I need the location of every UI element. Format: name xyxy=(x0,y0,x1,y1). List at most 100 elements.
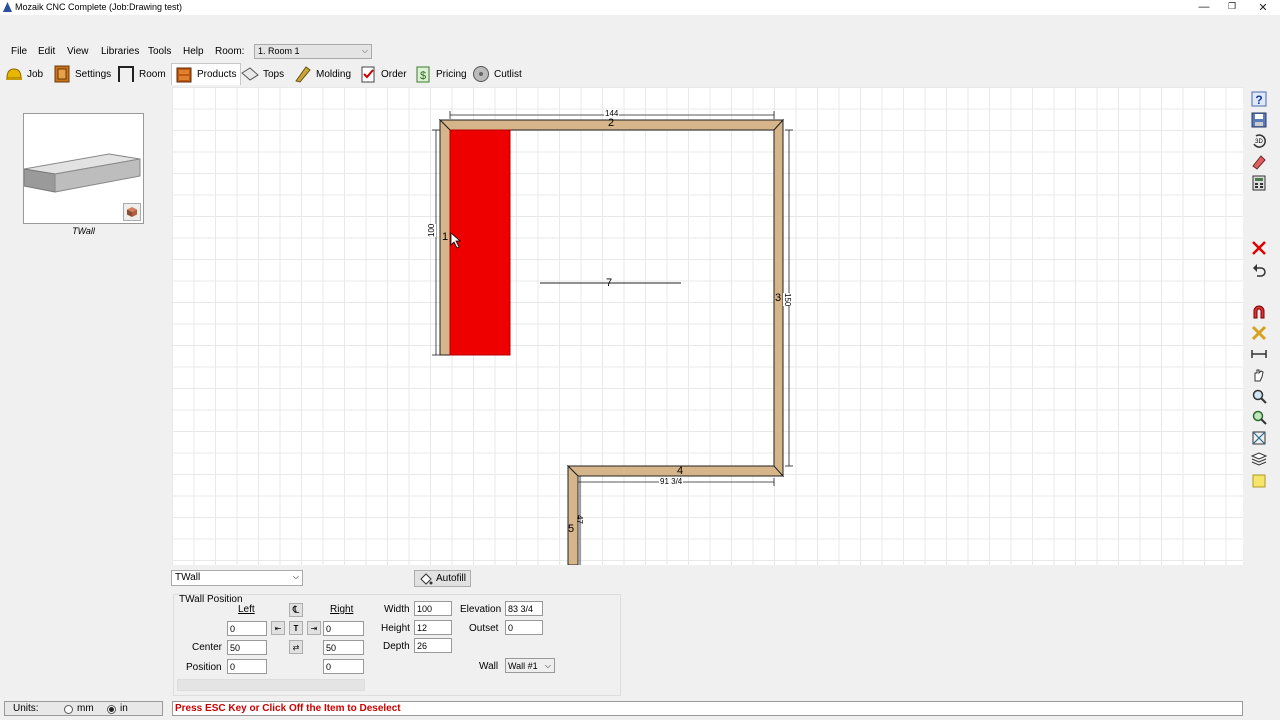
toolbar-room-button[interactable]: Room xyxy=(117,63,166,85)
wall-select[interactable]: Wall #1 ⌵ xyxy=(505,658,555,673)
menu-file[interactable]: File xyxy=(11,46,27,57)
product-select-value: TWall xyxy=(175,572,201,583)
note-icon[interactable] xyxy=(1250,472,1268,490)
app-logo-icon xyxy=(3,2,12,12)
elevation-input[interactable]: 83 3/4 xyxy=(505,601,543,616)
depth-label: Depth xyxy=(383,641,410,652)
toolbar-products-button[interactable]: Products xyxy=(171,63,242,85)
cube-icon[interactable] xyxy=(123,203,141,221)
toolbar-molding-button[interactable]: Molding xyxy=(294,63,351,85)
wall-label: Wall xyxy=(479,661,499,672)
align-right-icon[interactable]: ⇥ xyxy=(307,621,321,635)
close-button[interactable]: ✕ xyxy=(1253,1,1273,14)
center-right-input[interactable]: 50 xyxy=(323,640,364,655)
zoom-fit-icon[interactable] xyxy=(1250,408,1268,426)
autofill-button[interactable]: Autofill xyxy=(414,570,471,587)
wall-label-5: 5 xyxy=(568,523,575,535)
svg-text:3D: 3D xyxy=(1255,139,1263,145)
cross-icon[interactable] xyxy=(1250,324,1268,342)
position-left-input[interactable]: 0 xyxy=(227,659,267,674)
unit-in-radio[interactable] xyxy=(107,705,116,714)
svg-text:?: ? xyxy=(1255,93,1262,107)
zoom-in-icon[interactable] xyxy=(1250,387,1268,405)
toolbar-tops-button[interactable]: Tops xyxy=(241,63,284,85)
toolbar-job-button[interactable]: Job xyxy=(5,63,43,85)
unit-mm-radio[interactable] xyxy=(64,705,73,714)
twall-position-panel: TWall Position Left ℄ Right 0 ⇤ T ⇥ 0 Ce… xyxy=(173,594,621,696)
layers-icon[interactable] xyxy=(1250,450,1268,468)
status-message: Press ESC Key or Click Off the Item to D… xyxy=(172,701,1243,716)
chevron-down-icon: ⌵ xyxy=(292,572,299,581)
cabinet-settings-icon xyxy=(54,65,70,83)
depth-input[interactable]: 26 xyxy=(414,638,452,653)
toolbar-pricing-button[interactable]: $ Pricing xyxy=(414,63,467,85)
product-select[interactable]: TWall ⌵ xyxy=(171,570,303,586)
width-input[interactable]: 100 xyxy=(414,601,452,616)
outset-input[interactable]: 0 xyxy=(505,620,543,635)
paint-bucket-icon xyxy=(420,572,433,585)
menu-tools[interactable]: Tools xyxy=(148,46,171,57)
left-input[interactable]: 0 xyxy=(227,621,267,636)
center-label: Center xyxy=(192,642,223,653)
align-left-icon[interactable]: ⇤ xyxy=(271,621,285,635)
swap-icon[interactable]: ⇄ xyxy=(289,640,303,654)
magnet-icon[interactable] xyxy=(1250,303,1268,321)
zoom-extents-icon[interactable] xyxy=(1250,429,1268,447)
order-clipboard-icon xyxy=(361,66,375,83)
restore-button[interactable]: ❐ xyxy=(1222,1,1242,12)
status-strip xyxy=(177,679,365,691)
units-label: Units: xyxy=(13,703,39,714)
toolbar-settings-label: Settings xyxy=(75,68,112,80)
minimize-button[interactable]: — xyxy=(1194,1,1214,13)
menu-bar-row: File Edit View Libraries Tools Help Room… xyxy=(0,42,1280,62)
dimension-icon[interactable] xyxy=(1250,345,1268,363)
wall-4[interactable] xyxy=(566,465,785,477)
toolbar-job-label: Job xyxy=(27,68,44,80)
menu-help[interactable]: Help xyxy=(183,46,204,57)
save-icon[interactable] xyxy=(1250,111,1268,129)
pricing-icon: $ xyxy=(416,66,430,83)
drawing-canvas[interactable]: 2 1 3 4 5 7 144 100 150 91 3/4 47 xyxy=(172,87,1243,565)
calculator-icon[interactable] xyxy=(1250,174,1268,192)
chevron-down-icon: ⌵ xyxy=(361,46,368,55)
product-thumbnail[interactable] xyxy=(23,113,144,224)
menu-libraries[interactable]: Libraries xyxy=(101,46,139,57)
delete-icon[interactable] xyxy=(1250,239,1268,257)
toolbar-tops-label: Tops xyxy=(263,68,285,80)
rotate-3d-icon[interactable]: 3D xyxy=(1250,132,1268,150)
dim-left: 100 xyxy=(427,223,436,237)
dim-bottom: 91 3/4 xyxy=(659,477,684,486)
toolbar-pricing-label: Pricing xyxy=(436,68,467,80)
menu-edit[interactable]: Edit xyxy=(38,46,55,57)
position-right-input[interactable]: 0 xyxy=(323,659,364,674)
height-input[interactable]: 12 xyxy=(414,620,452,635)
wall-label-1: 1 xyxy=(442,231,449,243)
position-label: Position xyxy=(186,662,222,673)
selected-twall-product[interactable] xyxy=(449,129,511,356)
center-mode-button[interactable]: ℄ xyxy=(289,603,303,617)
molding-icon xyxy=(295,66,311,83)
eraser-icon[interactable] xyxy=(1250,153,1268,171)
width-label: Width xyxy=(384,604,410,615)
wall-label-3: 3 xyxy=(775,292,782,304)
toolbar-order-button[interactable]: Order xyxy=(359,63,407,85)
hardhat-icon xyxy=(6,68,22,80)
dim-lower-left: 47 xyxy=(575,515,584,524)
t-align-icon[interactable]: T xyxy=(289,621,303,635)
wall-label-2: 2 xyxy=(608,117,615,129)
toolbar-molding-label: Molding xyxy=(316,68,352,80)
thumbnail-label: TWall xyxy=(72,226,95,236)
pan-hand-icon[interactable] xyxy=(1250,366,1268,384)
right-input[interactable]: 0 xyxy=(323,621,364,636)
toolbar-settings-button[interactable]: Settings xyxy=(53,63,111,85)
toolbar-cutlist-button[interactable]: Cutlist xyxy=(472,63,522,85)
autofill-label: Autofill xyxy=(435,573,466,584)
menu-view[interactable]: View xyxy=(67,46,89,57)
help-icon[interactable]: ? xyxy=(1250,90,1268,108)
undo-icon[interactable] xyxy=(1250,261,1268,279)
right-header: Right xyxy=(330,604,354,615)
units-box: Units: mm in xyxy=(4,701,163,716)
toolbar-room-label: Room xyxy=(139,68,166,80)
center-left-input[interactable]: 50 xyxy=(227,640,267,655)
room-select[interactable]: 1. Room 1 ⌵ xyxy=(254,44,372,59)
